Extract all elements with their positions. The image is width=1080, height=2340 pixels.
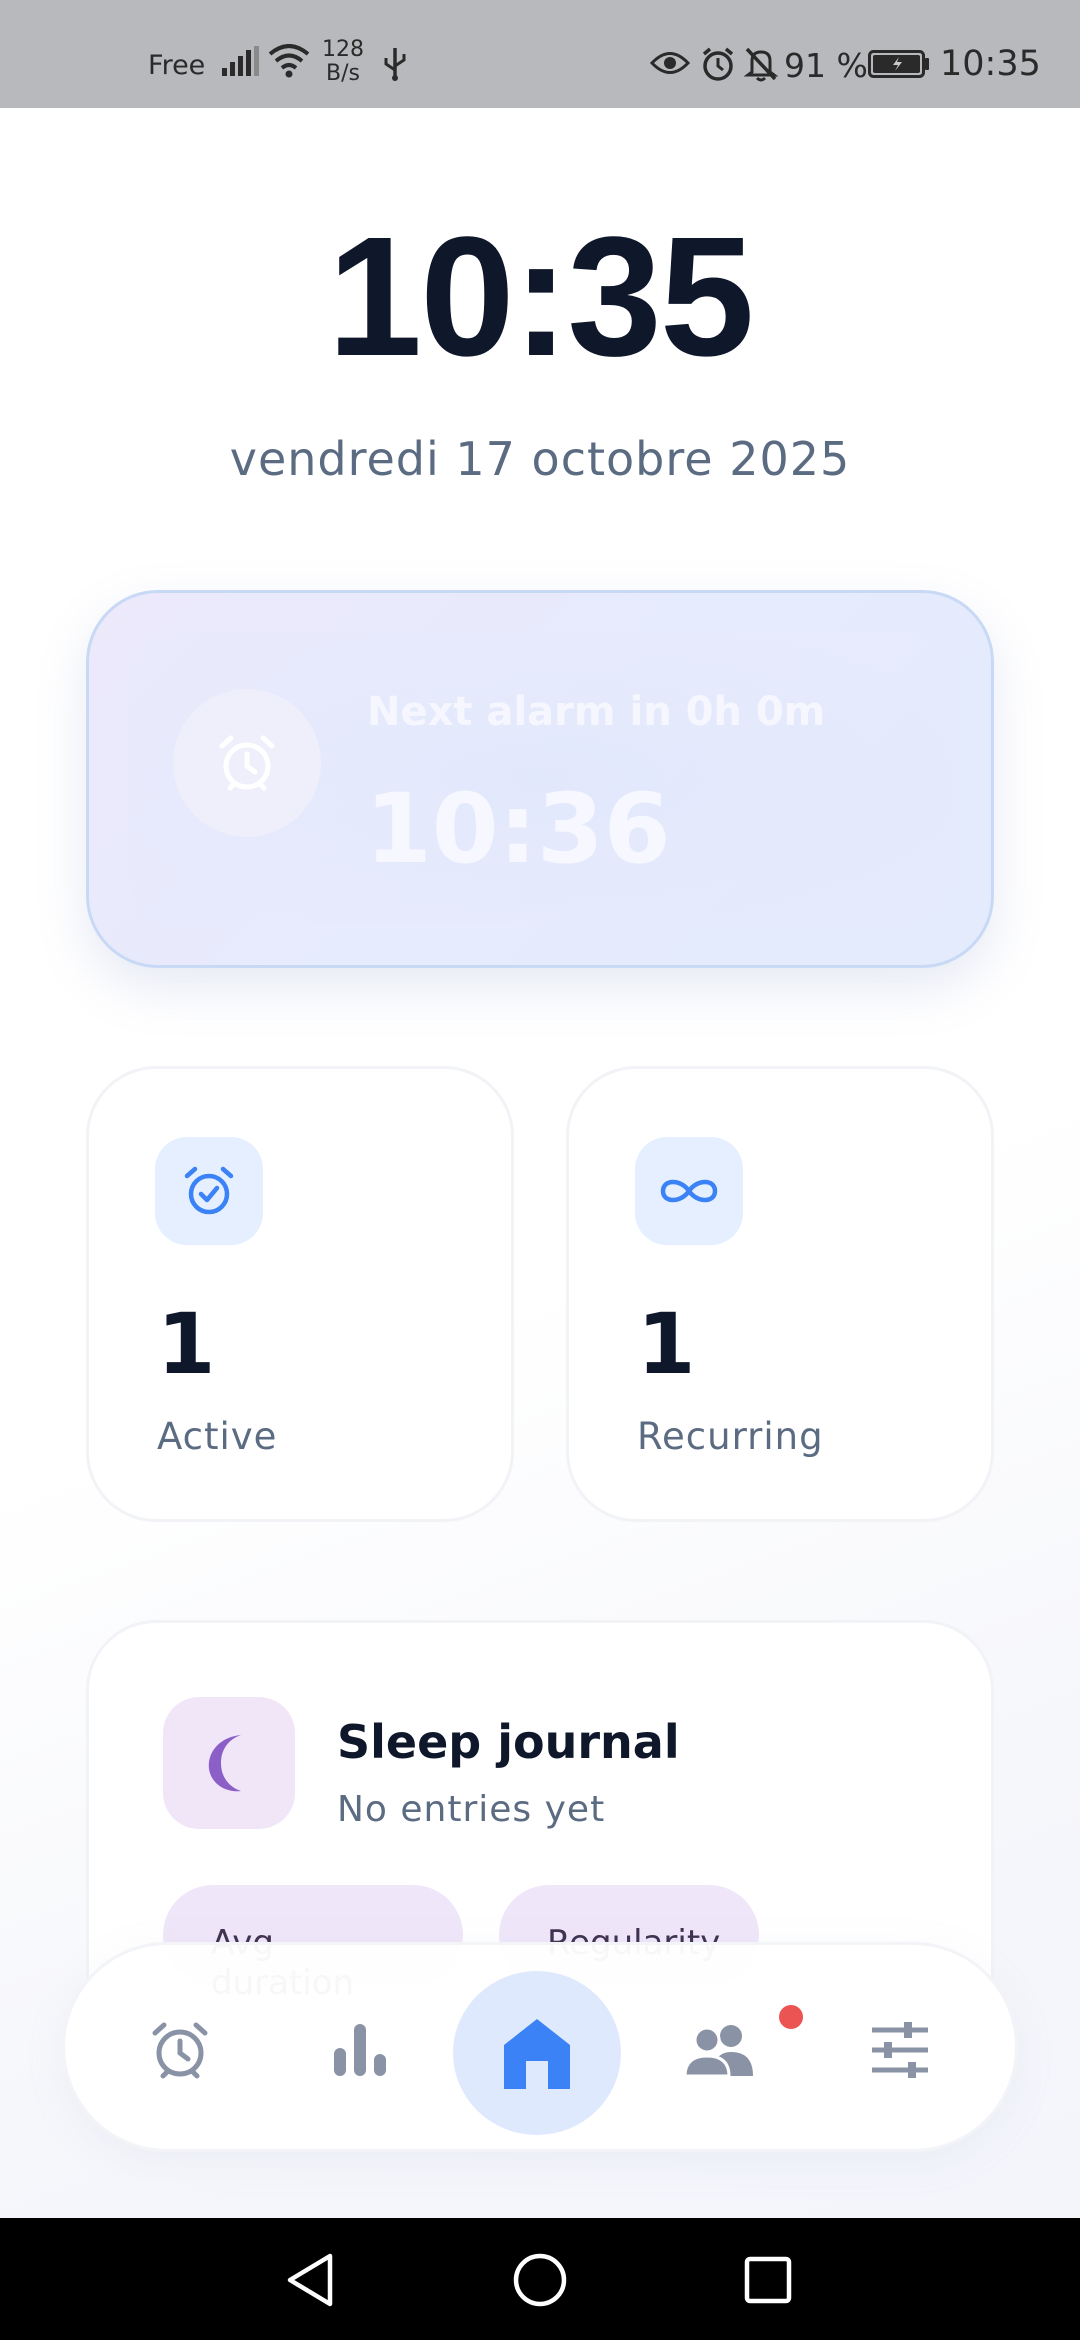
nav-settings-tab[interactable] xyxy=(835,1945,965,2155)
system-recents-button[interactable] xyxy=(736,2248,800,2312)
moon-icon xyxy=(208,1735,241,1792)
system-home-button[interactable] xyxy=(508,2248,572,2312)
bottom-navigation xyxy=(62,1942,1018,2152)
network-speed: 128 B/s xyxy=(322,38,364,86)
usb-icon xyxy=(384,48,406,81)
nav-home-tab[interactable] xyxy=(453,1971,621,2135)
wifi-icon xyxy=(268,44,310,78)
carrier-label: Free xyxy=(148,50,206,81)
eye-icon xyxy=(650,52,690,74)
recurring-alarms-icon-badge xyxy=(635,1137,743,1245)
signal-icon xyxy=(222,46,259,76)
battery-percent: 91 % xyxy=(784,46,868,85)
next-alarm-card[interactable]: Next alarm in 0h 0m 10:36 xyxy=(86,590,994,968)
notification-dot xyxy=(779,2005,803,2029)
back-triangle-icon xyxy=(287,2253,333,2307)
alarm-status-icon xyxy=(702,47,734,81)
sleep-journal-title: Sleep journal xyxy=(337,1715,680,1769)
system-back-button[interactable] xyxy=(278,2248,342,2312)
nav-stats-tab[interactable] xyxy=(295,1945,425,2155)
infinity-icon xyxy=(660,1179,718,1203)
alarm-check-icon xyxy=(184,1166,234,1215)
sliders-icon xyxy=(872,2022,928,2078)
bell-off-icon xyxy=(744,47,778,82)
status-time: 10:35 xyxy=(940,44,1041,84)
bar-chart-icon xyxy=(334,2024,386,2076)
home-icon xyxy=(504,2019,570,2089)
main-date: vendredi 17 octobre 2025 xyxy=(229,432,851,486)
battery-icon xyxy=(868,50,929,78)
alarm-clock-icon xyxy=(219,735,275,791)
recurring-alarms-label: Recurring xyxy=(637,1415,824,1458)
network-speed-value: 128 xyxy=(322,37,364,62)
system-navigation-bar xyxy=(0,2218,1080,2340)
status-bar: Free 128 B/s 91 % 10:35 xyxy=(0,0,1080,108)
active-alarms-icon-badge xyxy=(155,1137,263,1245)
recents-square-icon xyxy=(744,2256,792,2304)
recurring-alarms-count: 1 xyxy=(637,1295,696,1393)
active-alarms-count: 1 xyxy=(157,1295,216,1393)
nav-community-tab[interactable] xyxy=(655,1945,785,2155)
active-alarms-label: Active xyxy=(157,1415,278,1458)
home-circle-icon xyxy=(513,2253,567,2307)
people-icon xyxy=(685,2025,753,2076)
network-speed-unit: B/s xyxy=(326,61,360,86)
alarm-clock-icon xyxy=(152,2022,208,2079)
nav-alarms-tab[interactable] xyxy=(115,1945,245,2155)
next-alarm-label: Next alarm in 0h 0m xyxy=(367,689,826,735)
recurring-alarms-card[interactable]: 1 Recurring xyxy=(566,1066,994,1522)
next-alarm-time: 10:36 xyxy=(365,773,671,885)
sleep-journal-icon-badge xyxy=(163,1697,295,1829)
sleep-journal-subtitle: No entries yet xyxy=(337,1789,606,1830)
main-clock: 10:35 xyxy=(327,202,755,392)
next-alarm-icon-badge xyxy=(173,689,321,837)
active-alarms-card[interactable]: 1 Active xyxy=(86,1066,514,1522)
